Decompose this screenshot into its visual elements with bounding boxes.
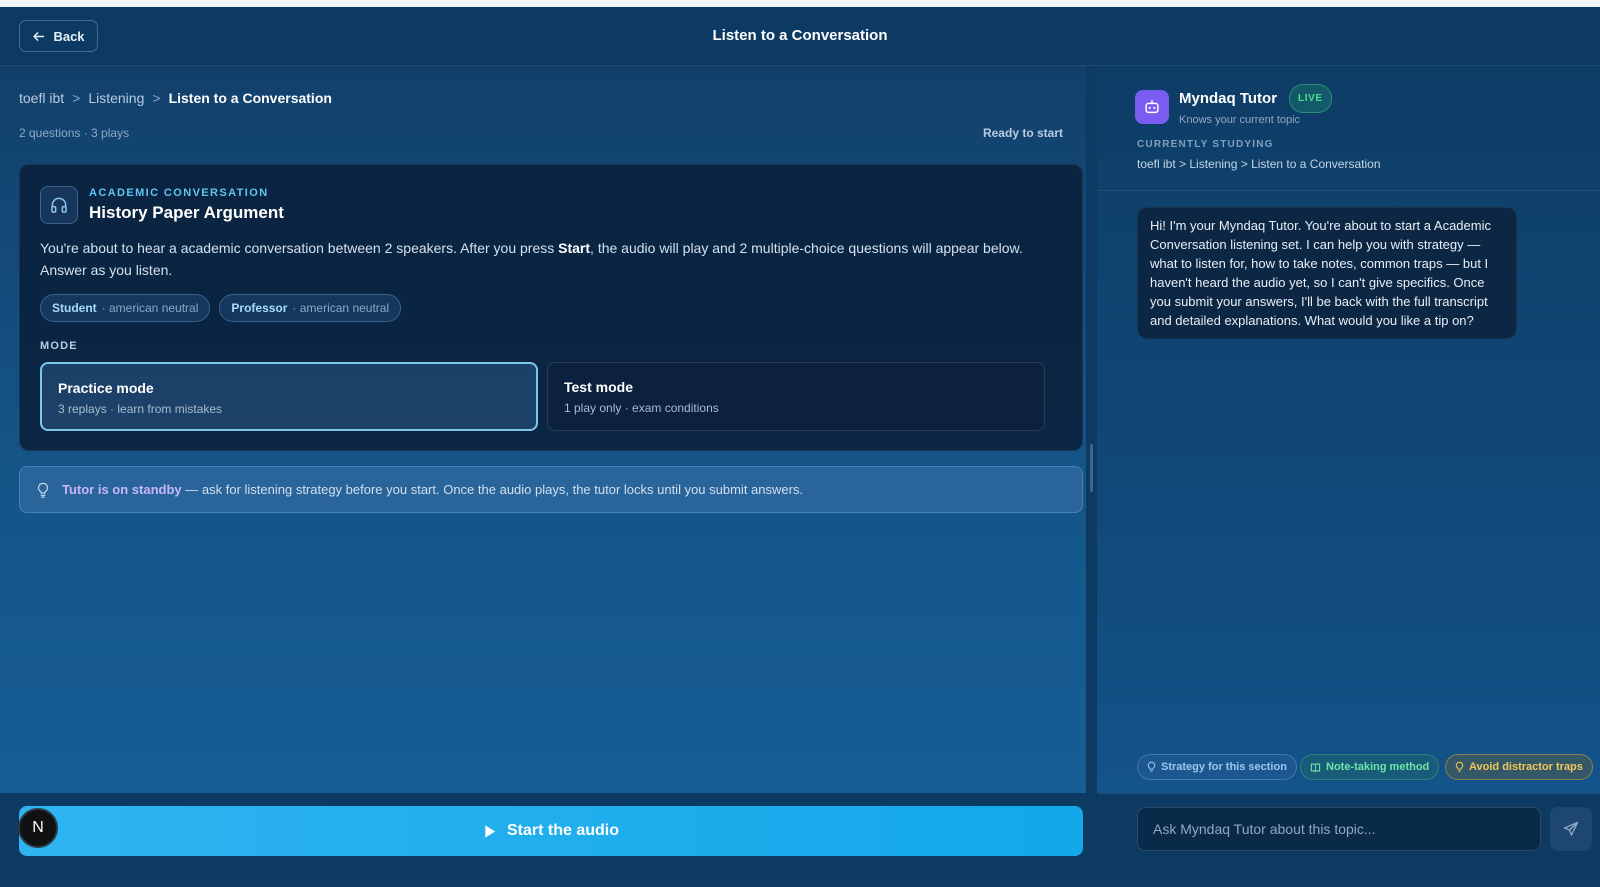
live-badge: LIVE — [1289, 84, 1332, 113]
send-icon — [1563, 821, 1579, 836]
speaker-chip-professor: Professor · american neutral — [219, 294, 402, 322]
quick-action-strategy[interactable]: Strategy for this section — [1137, 754, 1297, 780]
play-icon — [485, 824, 496, 838]
speaker-chip-student: Student · american neutral — [40, 294, 211, 322]
quick-action-label: Note-taking method — [1326, 761, 1430, 773]
headphones-icon — [40, 186, 78, 224]
set-meta: 2 questions · 3 plays — [19, 126, 130, 140]
bot-icon — [1135, 90, 1169, 124]
breadcrumb-separator: > — [72, 90, 81, 106]
quick-action-notes[interactable]: Note-taking method — [1300, 754, 1440, 780]
start-bar: Start the audio N — [0, 793, 1086, 887]
mode-name: Practice mode — [58, 380, 154, 396]
quick-action-label: Avoid distractor traps — [1469, 761, 1583, 773]
tutor-message: Hi! I'm your Myndaq Tutor. You're about … — [1137, 207, 1517, 339]
mode-description: 1 play only · exam conditions — [564, 401, 719, 415]
quick-action-traps[interactable]: Avoid distractor traps — [1445, 754, 1593, 780]
send-button[interactable] — [1550, 807, 1592, 851]
card-description: You're about to hear a academic conversa… — [40, 237, 1050, 281]
top-header: Back Listen to a Conversation — [0, 7, 1600, 66]
conversation-card: ACADEMIC CONVERSATION History Paper Argu… — [19, 164, 1083, 451]
tutor-header-divider — [1097, 190, 1600, 191]
breadcrumb-item-toefl[interactable]: toefl ibt — [19, 90, 64, 106]
practice-mode-option[interactable]: Practice mode 3 replays · learn from mis… — [40, 362, 538, 431]
breadcrumb-item-listening[interactable]: Listening — [88, 90, 144, 106]
mode-label: MODE — [40, 340, 78, 352]
speaker-accent: · american neutral — [292, 301, 390, 315]
notice-text: Tutor is on standby — ask for listening … — [62, 482, 803, 497]
mode-description: 3 replays · learn from mistakes — [58, 402, 223, 416]
lightbulb-icon — [37, 482, 49, 498]
window-top-strip — [0, 0, 1600, 7]
notice-body: — ask for listening strategy before you … — [181, 482, 804, 497]
breadcrumb-item-current: Listen to a Conversation — [168, 90, 332, 106]
page-title: Listen to a Conversation — [712, 27, 888, 44]
card-title: History Paper Argument — [89, 203, 284, 222]
quick-action-label: Strategy for this section — [1161, 761, 1287, 773]
currently-studying-label: CURRENTLY STUDYING — [1137, 139, 1274, 150]
start-audio-label: Start the audio — [506, 822, 619, 839]
status-text: Ready to start — [982, 126, 1063, 140]
speaker-accent: · american neutral — [101, 301, 199, 315]
breadcrumb: toefl ibt > Listening > Listen to a Conv… — [19, 90, 332, 106]
test-mode-option[interactable]: Test mode 1 play only · exam conditions — [547, 362, 1045, 431]
lightbulb-icon — [1147, 761, 1156, 772]
desc-start-word: Start — [558, 240, 591, 256]
lightbulb-icon — [1455, 761, 1464, 772]
notice-strong: Tutor is on standby — [62, 482, 182, 497]
tutor-standby-notice: Tutor is on standby — ask for listening … — [19, 466, 1083, 513]
tutor-subtitle: Knows your current topic — [1179, 114, 1301, 126]
tutor-name: Myndaq Tutor — [1179, 90, 1278, 107]
desc-text: You're about to hear a academic conversa… — [40, 240, 559, 256]
start-audio-button[interactable]: Start the audio — [19, 806, 1083, 856]
tutor-input-bar: Ask Myndaq Tutor about this topic... — [1097, 793, 1600, 887]
currently-studying-path: toefl ibt > Listening > Listen to a Conv… — [1137, 157, 1381, 171]
mode-name: Test mode — [564, 379, 633, 395]
speaker-chips: Student · american neutral Professor · a… — [40, 294, 402, 322]
panel-resize-divider[interactable] — [1086, 66, 1097, 887]
main-panel: toefl ibt > Listening > Listen to a Conv… — [0, 66, 1086, 887]
breadcrumb-separator: > — [152, 90, 161, 106]
tutor-chat-input[interactable]: Ask Myndaq Tutor about this topic... — [1137, 807, 1541, 851]
user-avatar[interactable]: N — [18, 808, 58, 848]
app: Back Listen to a Conversation toefl ibt … — [0, 7, 1600, 887]
book-icon — [1310, 763, 1321, 772]
speaker-role: Professor — [231, 301, 288, 315]
speaker-role: Student — [52, 301, 97, 315]
card-eyebrow: ACADEMIC CONVERSATION — [89, 187, 269, 199]
tutor-panel: Myndaq Tutor LIVE Knows your current top… — [1097, 66, 1600, 887]
resize-handle[interactable] — [1090, 444, 1093, 492]
